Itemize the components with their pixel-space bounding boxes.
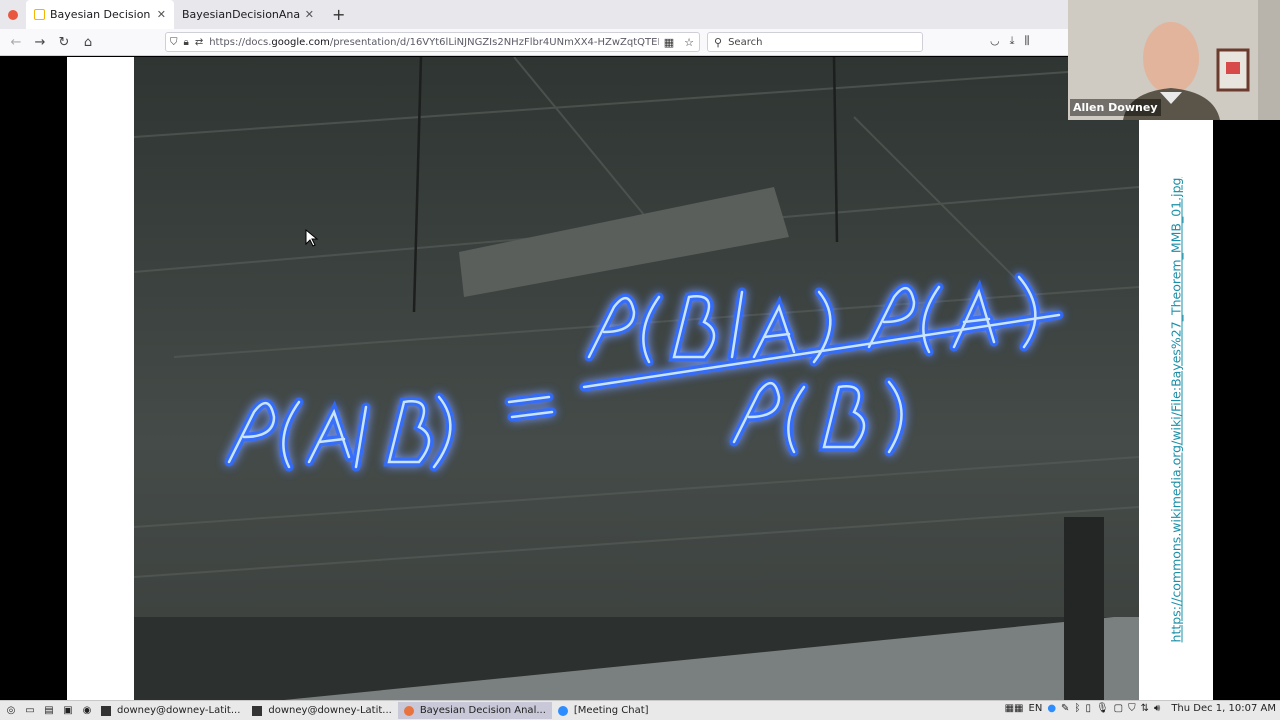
slide-left-margin: [67, 57, 134, 700]
app-menu-icon[interactable]: ◎: [3, 704, 19, 718]
firefox-launcher-icon[interactable]: ◉: [79, 704, 95, 718]
shield-tray-icon[interactable]: ⛉: [1128, 703, 1136, 714]
participant-name-label: Allen Downey: [1070, 99, 1161, 116]
network-icon[interactable]: ⇅: [1141, 703, 1149, 714]
search-input[interactable]: ⚲ Search: [707, 32, 923, 52]
search-placeholder: Search: [728, 36, 763, 48]
task-label: [Meeting Chat]: [573, 705, 649, 716]
system-tray: ▦▦ EN ● ✎ ᛒ ▯ 🎙︎ ▢ ⛉ ⇅ 🔊︎ Thu Dec 1, 10:…: [1005, 703, 1276, 714]
clock[interactable]: Thu Dec 1, 10:07 AM: [1171, 703, 1276, 714]
tab-bayesian-decision-analysis-2[interactable]: BayesianDecisionAnalysis | ✕: [174, 0, 322, 29]
keyboard-layout-indicator[interactable]: EN: [1029, 703, 1043, 714]
browser-tab-bar: Bayesian Decision Analy ✕ BayesianDecisi…: [0, 0, 1068, 29]
zoom-tray-icon[interactable]: ●: [1047, 703, 1056, 714]
tab-label: Bayesian Decision Analy: [50, 8, 153, 21]
task-label: Bayesian Decision Anal...: [419, 705, 546, 716]
zoom-icon: [557, 705, 568, 716]
google-slides-favicon-icon: [34, 9, 45, 20]
extensions-grid-icon[interactable]: ▦: [664, 36, 674, 49]
bluetooth-icon[interactable]: ᛒ: [1074, 703, 1080, 714]
new-tab-button[interactable]: +: [332, 5, 345, 24]
tab-label: BayesianDecisionAnalysis |: [182, 8, 301, 21]
firefox-icon: [403, 705, 414, 716]
file-manager-icon[interactable]: ▤: [41, 704, 57, 718]
permissions-icon[interactable]: ⇄: [195, 37, 203, 48]
library-icon[interactable]: ⫼: [1024, 34, 1029, 48]
slide-photo-bayes-neon-sign: [134, 57, 1139, 700]
url-text[interactable]: https://docs.google.com/presentation/d/1…: [209, 37, 659, 48]
image-credit-link[interactable]: https://commons.wikimedia.org/wiki/File:…: [1169, 178, 1184, 643]
volume-icon[interactable]: 🔊︎: [1154, 703, 1160, 714]
task-firefox-bayesian[interactable]: Bayesian Decision Anal...: [397, 702, 552, 719]
download-icon[interactable]: ⤓: [1010, 34, 1015, 48]
terminal-icon: [252, 705, 263, 716]
toolbar-icons: ◡ ⤓ ⫼: [990, 34, 1030, 48]
home-icon[interactable]: ⌂: [76, 35, 100, 50]
url-prefix: https://docs.: [209, 36, 272, 48]
task-terminal-1[interactable]: downey@downey-Latit...: [95, 702, 246, 719]
battery-icon[interactable]: ▯: [1085, 703, 1091, 714]
search-icon: ⚲: [714, 35, 723, 49]
desktop-icon[interactable]: ▭: [22, 704, 38, 718]
task-terminal-2[interactable]: downey@downey-Latit...: [246, 702, 397, 719]
forward-arrow-icon[interactable]: →: [28, 35, 52, 50]
pocket-icon[interactable]: ◡: [990, 34, 1000, 48]
url-bar[interactable]: ⛉ 🔒︎ ⇄ https://docs.google.com/presentat…: [165, 32, 700, 52]
url-domain: google.com: [271, 36, 330, 48]
task-label: downey@downey-Latit...: [268, 705, 392, 716]
close-tab-icon[interactable]: ✕: [305, 8, 314, 21]
close-tab-icon[interactable]: ✕: [157, 8, 166, 21]
terminal-icon: [101, 705, 111, 716]
firefox-menu-icon[interactable]: [8, 9, 18, 20]
browser-nav-bar: ← → ↻ ⌂ ⛉ 🔒︎ ⇄ https://docs.google.com/p…: [0, 29, 1068, 56]
system-taskbar: ◎ ▭ ▤ ▣ ◉ downey@downey-Latit... downey@…: [0, 700, 1280, 720]
microphone-icon[interactable]: 🎙︎: [1096, 703, 1109, 714]
screen: Bayesian Decision Analy ✕ BayesianDecisi…: [0, 0, 1280, 720]
workspace-switcher-icon[interactable]: ▦▦: [1005, 703, 1024, 714]
shield-icon[interactable]: ⛉: [170, 37, 178, 48]
reload-icon[interactable]: ↻: [52, 35, 76, 50]
task-label: downey@downey-Latit...: [117, 705, 241, 716]
webcam-video: Allen Downey: [1068, 0, 1280, 120]
clipboard-icon[interactable]: ▢: [1114, 703, 1123, 714]
neon-sign-photo: [134, 57, 1139, 700]
lock-icon[interactable]: 🔒︎: [184, 37, 189, 48]
task-meeting-chat[interactable]: [Meeting Chat]: [552, 702, 655, 719]
url-path: /presentation/d/16VYt6lLiNJNGZIs2NHzFlbr…: [329, 36, 659, 48]
terminal-icon[interactable]: ▣: [60, 704, 76, 718]
tab-bayesian-decision-analysis[interactable]: Bayesian Decision Analy ✕: [26, 0, 174, 29]
pen-icon[interactable]: ✎: [1061, 703, 1069, 714]
bookmark-star-icon[interactable]: ☆: [684, 36, 694, 49]
back-arrow-icon[interactable]: ←: [4, 35, 28, 50]
